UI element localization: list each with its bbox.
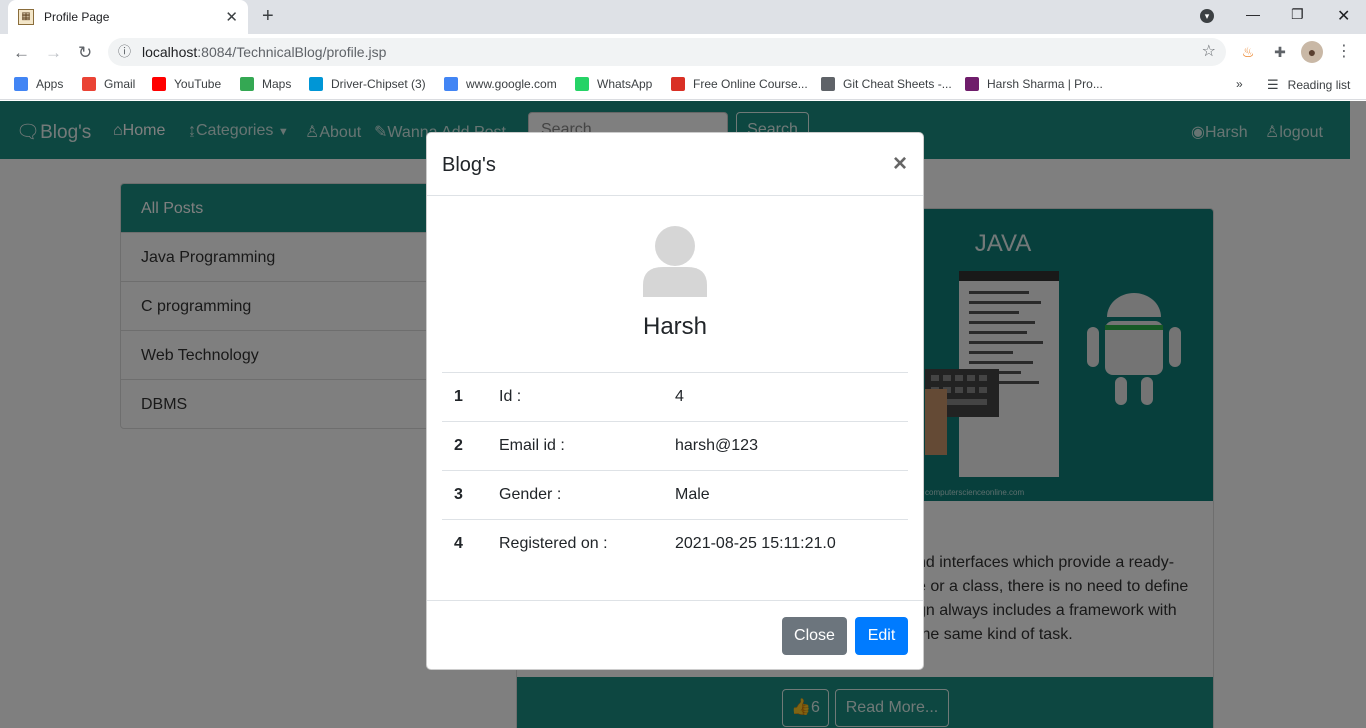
- bookmark-favicon-icon: [821, 77, 835, 91]
- url-host: localhost: [142, 44, 198, 60]
- close-button[interactable]: Close: [782, 617, 847, 655]
- page-favicon-icon: ▦: [18, 9, 34, 25]
- restore-icon[interactable]: ❐: [1291, 6, 1304, 23]
- row-value: 4: [675, 372, 908, 422]
- row-key: Gender :: [499, 470, 675, 520]
- profile-details-table: 1 Id : 4 2 Email id : harsh@123 3 Gender…: [442, 372, 908, 569]
- bookmark-item[interactable]: Harsh Sharma | Pro...: [965, 77, 1103, 91]
- bookmark-item[interactable]: Maps: [240, 77, 291, 91]
- bookmark-favicon-icon: [82, 77, 96, 91]
- bookmark-favicon-icon: [309, 77, 323, 91]
- bookmark-item[interactable]: Gmail: [82, 77, 135, 91]
- address-bar[interactable]: ⓘ localhost:8084/TechnicalBlog/profile.j…: [108, 38, 1226, 66]
- url-path: :8084/TechnicalBlog/profile.jsp: [197, 44, 387, 60]
- modal-footer: Close Edit: [427, 600, 923, 671]
- browser-toolbar: ← → ↻ ⓘ localhost:8084/TechnicalBlog/pro…: [0, 34, 1366, 70]
- browser-titlebar: ▦ Profile Page ✕ + ▾ — ❐ ✕: [0, 0, 1366, 34]
- row-value: 2021-08-25 15:11:21.0: [675, 519, 908, 569]
- table-row: 4 Registered on : 2021-08-25 15:11:21.0: [442, 519, 908, 569]
- bookmark-favicon-icon: [671, 77, 685, 91]
- bookmark-favicon-icon: [575, 77, 589, 91]
- bookmark-item[interactable]: Git Cheat Sheets -...: [821, 77, 952, 91]
- row-number: 1: [442, 372, 499, 422]
- bookmark-favicon-icon: [965, 77, 979, 91]
- bookmark-favicon-icon: [14, 77, 28, 91]
- bookmark-favicon-icon: [152, 77, 166, 91]
- table-row: 1 Id : 4: [442, 372, 908, 422]
- bookmark-label: Free Online Course...: [693, 77, 808, 91]
- row-key: Email id :: [499, 421, 675, 471]
- bookmark-label: Apps: [36, 77, 64, 91]
- minimize-icon[interactable]: —: [1246, 6, 1260, 22]
- bookmark-item[interactable]: www.google.com: [444, 77, 557, 91]
- user-avatar-icon: [643, 226, 707, 297]
- modal-header: Blog's ×: [427, 133, 923, 196]
- bookmark-label: Driver-Chipset (3): [331, 77, 426, 91]
- reading-list-label: Reading list: [1287, 78, 1351, 92]
- bookmark-item[interactable]: Free Online Course...: [671, 77, 808, 91]
- row-number: 3: [442, 470, 499, 520]
- page-viewport: 🗨Blog's ⌂Home ↨Categories ▼ ♙About ✎Wann…: [0, 101, 1366, 728]
- reload-icon[interactable]: ↻: [78, 43, 92, 63]
- modal-title: Blog's: [442, 154, 496, 176]
- reading-list-icon: ☰: [1267, 77, 1279, 92]
- browser-menu-icon[interactable]: ⋮: [1333, 41, 1355, 63]
- bookmark-favicon-icon: [444, 77, 458, 91]
- new-tab-icon[interactable]: +: [262, 5, 274, 28]
- bookmark-item[interactable]: YouTube: [152, 77, 221, 91]
- row-key: Registered on :: [499, 519, 675, 569]
- bookmark-favicon-icon: [240, 77, 254, 91]
- profile-name: Harsh: [642, 313, 708, 340]
- bookmark-item[interactable]: Apps: [14, 77, 63, 91]
- table-row: 2 Email id : harsh@123: [442, 421, 908, 471]
- bookmark-label: YouTube: [174, 77, 222, 91]
- close-icon[interactable]: ×: [893, 150, 907, 178]
- row-key: Id :: [499, 372, 675, 422]
- bookmarks-overflow-icon[interactable]: »: [1236, 77, 1243, 91]
- edit-button[interactable]: Edit: [855, 617, 908, 655]
- tab-title: Profile Page: [44, 10, 110, 24]
- table-row: 3 Gender : Male: [442, 470, 908, 520]
- extension-fire-icon[interactable]: ♨: [1237, 41, 1259, 63]
- bookmark-item[interactable]: Driver-Chipset (3): [309, 77, 426, 91]
- bookmark-label: Gmail: [104, 77, 136, 91]
- bookmarks-bar: Apps Gmail YouTube Maps Driver-Chipset (3) ww…: [0, 70, 1366, 100]
- bookmark-label: www.google.com: [466, 77, 557, 91]
- row-number: 4: [442, 519, 499, 569]
- profile-modal: Blog's × Harsh 1 Id : 4 2 Email id : har…: [426, 132, 924, 670]
- bookmark-label: WhatsApp: [597, 77, 653, 91]
- forward-icon[interactable]: →: [45, 43, 62, 63]
- browser-tab[interactable]: ▦ Profile Page ✕: [8, 0, 248, 34]
- row-value: Male: [675, 470, 908, 520]
- window-close-icon[interactable]: ✕: [1337, 6, 1350, 26]
- profile-avatar[interactable]: ●: [1301, 41, 1323, 63]
- tab-close-icon[interactable]: ✕: [225, 8, 238, 26]
- bookmark-label: Maps: [262, 77, 292, 91]
- row-value: harsh@123: [675, 421, 908, 471]
- bookmark-item[interactable]: WhatsApp: [575, 77, 652, 91]
- bookmark-label: Git Cheat Sheets -...: [843, 77, 952, 91]
- bookmark-star-icon[interactable]: ☆: [1202, 38, 1216, 66]
- tab-search-icon[interactable]: ▾: [1200, 9, 1214, 23]
- reading-list-button[interactable]: ☰ Reading list: [1267, 77, 1350, 93]
- site-info-icon[interactable]: ⓘ: [118, 38, 131, 66]
- row-number: 2: [442, 421, 499, 471]
- extensions-puzzle-icon[interactable]: ✚: [1269, 41, 1291, 63]
- back-icon[interactable]: ←: [13, 43, 30, 63]
- bookmark-label: Harsh Sharma | Pro...: [987, 77, 1103, 91]
